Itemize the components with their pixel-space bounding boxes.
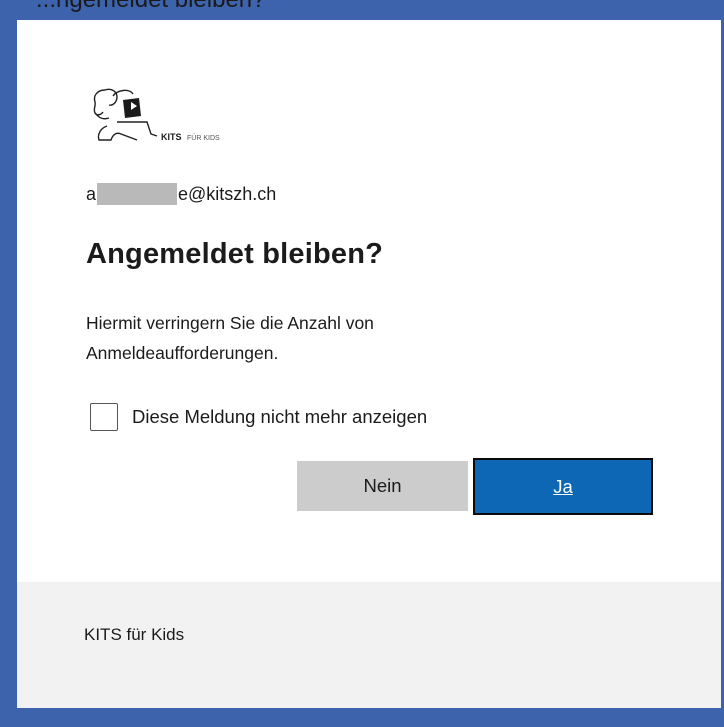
signin-dialog: KITS FÜR KIDS a e@kitszh.ch Angemeldet b… xyxy=(17,20,721,708)
footer-org-name: KITS für Kids xyxy=(84,625,185,644)
email-redaction xyxy=(97,183,178,205)
dont-show-again-option[interactable]: Diese Meldung nicht mehr anzeigen xyxy=(90,403,427,431)
account-email: a e@kitszh.ch xyxy=(86,183,276,205)
yes-button[interactable]: Ja xyxy=(473,458,653,515)
no-button[interactable]: Nein xyxy=(297,461,468,511)
dont-show-again-checkbox[interactable] xyxy=(90,403,118,431)
clipped-window-title: ...ngemeldet bleiben? xyxy=(36,0,266,14)
logo-text-kits: KITS xyxy=(161,132,182,142)
page-title: Angemeldet bleiben? xyxy=(86,238,384,270)
footer: KITS für Kids xyxy=(17,582,721,708)
email-prefix: a xyxy=(86,183,97,204)
email-suffix: e@kitszh.ch xyxy=(178,183,277,204)
kits-logo-icon: KITS FÜR KIDS xyxy=(93,88,220,142)
logo-text-fuer-kids: FÜR KIDS xyxy=(187,134,220,142)
dont-show-again-label[interactable]: Diese Meldung nicht mehr anzeigen xyxy=(132,406,427,428)
description-text: Hiermit verringern Sie die Anzahl von An… xyxy=(86,313,374,363)
